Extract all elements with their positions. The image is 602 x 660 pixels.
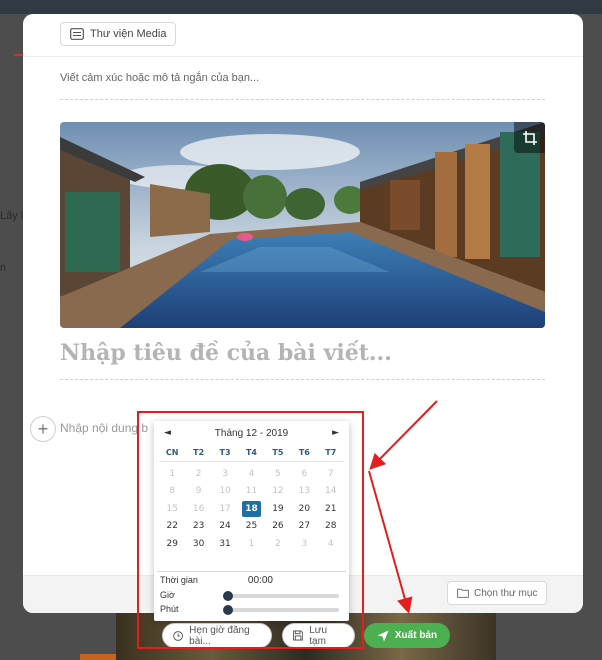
- time-divider: [157, 571, 346, 572]
- day-cell: 17: [219, 503, 231, 514]
- day-cell: 14: [325, 486, 337, 497]
- day-cell: 1: [248, 538, 255, 549]
- day-cell: 5: [275, 468, 281, 479]
- choose-folder-label: Chọn thư mục: [474, 587, 538, 599]
- header-divider: [23, 56, 583, 57]
- time-label: Thời gian: [160, 575, 198, 585]
- send-icon: [377, 630, 389, 641]
- save-icon: [293, 630, 304, 641]
- save-draft-button[interactable]: Lưu tạm: [282, 623, 355, 648]
- weekday-label: T7: [325, 448, 337, 457]
- background-orange-bar: [80, 654, 116, 660]
- day-cell: 13: [298, 486, 311, 497]
- time-value: 00:00: [247, 575, 273, 586]
- day-cell[interactable]: 26: [265, 518, 291, 536]
- hour-slider-handle[interactable]: [223, 591, 233, 601]
- day-cell[interactable]: 31: [212, 535, 238, 553]
- prev-month-button[interactable]: ◄: [164, 428, 171, 438]
- background-header: [0, 0, 602, 14]
- crop-button[interactable]: [514, 122, 545, 153]
- publish-button[interactable]: Xuất bản: [364, 623, 450, 648]
- day-cell: 12: [272, 486, 284, 497]
- clock-icon: [173, 630, 183, 641]
- media-library-label: Thư viện Media: [90, 28, 167, 40]
- minute-slider[interactable]: [223, 605, 339, 615]
- datepicker-header: ◄ Tháng 12 - 2019 ►: [154, 421, 349, 445]
- day-cell: 2: [195, 468, 202, 479]
- next-month-button[interactable]: ►: [332, 428, 339, 438]
- schedule-input[interactable]: Hẹn giờ đăng bài...: [162, 623, 272, 648]
- hour-slider[interactable]: [223, 591, 339, 601]
- pool-photo: [60, 122, 545, 328]
- day-cell[interactable]: 20: [291, 500, 317, 518]
- time-row: Thời gian 00:00: [160, 575, 343, 586]
- day-cell: 10: [219, 486, 231, 497]
- schedule-datepicker: ◄ Tháng 12 - 2019 ► CN T2 T3 T4 T5 T6 T7 12345…: [154, 421, 349, 621]
- day-cell[interactable]: 23: [185, 518, 211, 536]
- day-cell[interactable]: 22: [159, 518, 185, 536]
- save-draft-label: Lưu tạm: [309, 624, 328, 647]
- folder-outline-icon: [70, 28, 84, 40]
- plus-icon: +: [37, 418, 49, 439]
- weekday-label: CN: [165, 448, 179, 457]
- weekday-label: T4: [245, 448, 257, 457]
- folder-icon: [457, 588, 469, 598]
- background-text-1: Lấy l: [0, 210, 24, 222]
- day-cell[interactable]: 19: [265, 500, 291, 518]
- minute-slider-handle[interactable]: [223, 605, 233, 615]
- day-cell: 2: [275, 538, 281, 549]
- day-cell: 9: [195, 486, 202, 497]
- weekday-header: CN T2 T3 T4 T5 T6 T7: [159, 448, 344, 457]
- day-cell[interactable]: 28: [318, 518, 344, 536]
- day-cell: 4: [327, 538, 334, 549]
- post-title-input[interactable]: Nhập tiêu đề của bài viết...: [60, 340, 392, 366]
- title-divider: [60, 379, 545, 380]
- day-cell[interactable]: 25: [238, 518, 264, 536]
- day-cell: 7: [327, 468, 334, 479]
- weekday-label: T6: [298, 448, 310, 457]
- choose-folder-button[interactable]: Chọn thư mục: [447, 581, 548, 605]
- publish-label: Xuất bản: [394, 630, 438, 641]
- day-cell[interactable]: 30: [185, 535, 211, 553]
- day-cell[interactable]: 24: [212, 518, 238, 536]
- add-block-button[interactable]: +: [30, 416, 56, 442]
- day-grid: 1 2 3 4 5 6 7 8 9 10 11 12 13 14 15 16 17 18 19 20 21 22 23 24 2…: [159, 465, 344, 553]
- day-cell: 1: [169, 468, 176, 479]
- day-cell: 4: [248, 468, 255, 479]
- day-cell[interactable]: 29: [159, 535, 185, 553]
- cover-image: [60, 122, 545, 328]
- crop-icon: [522, 130, 537, 145]
- weekday-divider: [159, 461, 344, 462]
- day-cell: 8: [169, 486, 176, 497]
- minute-label: Phút: [160, 604, 179, 614]
- month-label: Tháng 12 - 2019: [214, 427, 289, 439]
- caption-input[interactable]: Viết cảm xúc hoặc mô tả ngắn của bạn...: [60, 72, 259, 84]
- weekday-label: T3: [219, 448, 231, 457]
- day-cell: 3: [222, 468, 228, 479]
- day-cell: 3: [301, 538, 308, 549]
- caption-divider: [60, 99, 545, 100]
- day-cell: 16: [192, 503, 205, 514]
- day-cell: 15: [166, 503, 178, 514]
- day-cell-selected[interactable]: 18: [242, 501, 261, 517]
- weekday-label: T5: [272, 448, 284, 457]
- schedule-placeholder: Hẹn giờ đăng bài...: [189, 624, 250, 647]
- background-text-2: n: [0, 262, 7, 274]
- day-cell[interactable]: 21: [318, 500, 344, 518]
- day-cell: 6: [301, 468, 308, 479]
- weekday-label: T2: [193, 448, 205, 457]
- day-cell: 11: [245, 486, 258, 497]
- media-library-button[interactable]: Thư viện Media: [60, 22, 177, 46]
- hour-label: Giờ: [160, 590, 175, 600]
- day-cell[interactable]: 27: [291, 518, 317, 536]
